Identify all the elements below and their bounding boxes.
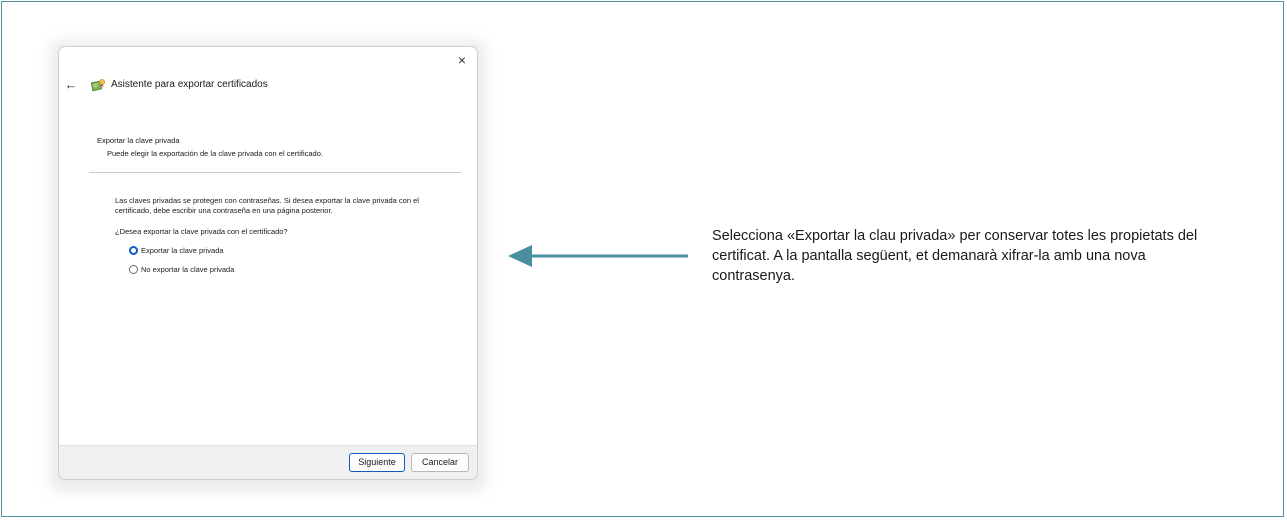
radio-option-no-export[interactable]: No exportar la clave privada (129, 265, 234, 274)
annotation-caption: Selecciona «Exportar la clau privada» pe… (712, 228, 1198, 284)
dialog-title: Asistente para exportar certificados (111, 79, 268, 90)
radio-label-no-export: No exportar la clave privada (141, 265, 235, 274)
dialog-footer: Siguiente Cancelar (59, 445, 477, 479)
divider (89, 172, 461, 173)
close-icon[interactable]: × (453, 51, 471, 69)
radio-option-export[interactable]: Exportar la clave privada (129, 246, 224, 255)
back-arrow-icon[interactable]: ← (63, 77, 79, 93)
next-button[interactable]: Siguiente (349, 453, 405, 472)
certificate-wizard-icon (90, 79, 105, 92)
cancel-button[interactable]: Cancelar (411, 453, 469, 472)
pointer-arrow-icon (508, 245, 688, 267)
section-subtitle: Puede elegir la exportación de la clave … (107, 149, 323, 158)
export-wizard-dialog: × ← Asistente para exportar certificados… (58, 46, 478, 480)
radio-label-export: Exportar la clave privada (141, 246, 224, 255)
info-text: Las claves privadas se protegen con cont… (115, 196, 419, 215)
section-heading: Exportar la clave privada (97, 136, 180, 145)
radio-unselected-icon[interactable] (129, 265, 138, 274)
radio-selected-icon[interactable] (129, 246, 138, 255)
question-label: ¿Desea exportar la clave privada con el … (115, 227, 288, 236)
